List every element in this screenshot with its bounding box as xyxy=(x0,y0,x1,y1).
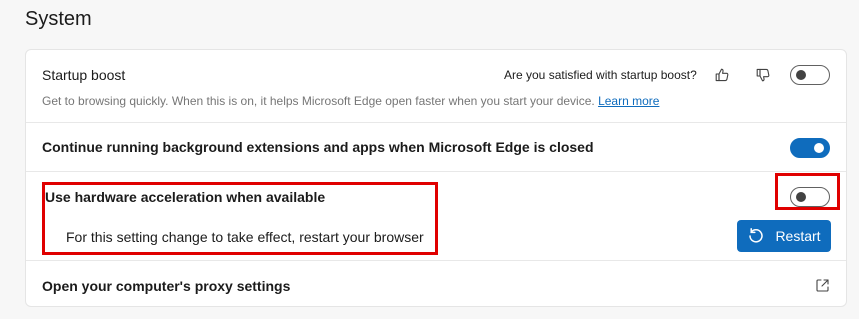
toggle-knob xyxy=(796,70,806,80)
learn-more-link[interactable]: Learn more xyxy=(598,94,659,108)
page-title: System xyxy=(25,8,92,30)
divider xyxy=(26,171,846,172)
system-settings-card: Startup boost Are you satisfied with sta… xyxy=(25,49,847,307)
background-extensions-toggle[interactable] xyxy=(790,138,830,158)
divider xyxy=(26,260,846,261)
highlight-box-hardware-acceleration xyxy=(42,182,438,255)
thumbs-up-icon[interactable] xyxy=(712,65,732,85)
thumbs-down-icon[interactable] xyxy=(753,65,773,85)
toggle-knob xyxy=(814,143,824,153)
restart-button-label: Restart xyxy=(775,228,821,244)
startup-boost-description: Get to browsing quickly. When this is on… xyxy=(42,94,659,108)
open-external-icon[interactable] xyxy=(812,275,832,295)
divider xyxy=(26,122,846,123)
startup-boost-feedback-question: Are you satisfied with startup boost? xyxy=(504,68,697,82)
proxy-settings-title: Open your computer's proxy settings xyxy=(42,278,291,294)
startup-boost-description-text: Get to browsing quickly. When this is on… xyxy=(42,94,595,108)
background-extensions-title: Continue running background extensions a… xyxy=(42,139,594,155)
startup-boost-toggle[interactable] xyxy=(790,65,830,85)
restart-button[interactable]: Restart xyxy=(737,220,831,252)
startup-boost-title: Startup boost xyxy=(42,67,126,83)
highlight-box-toggle xyxy=(775,173,840,210)
restart-icon xyxy=(749,228,764,243)
